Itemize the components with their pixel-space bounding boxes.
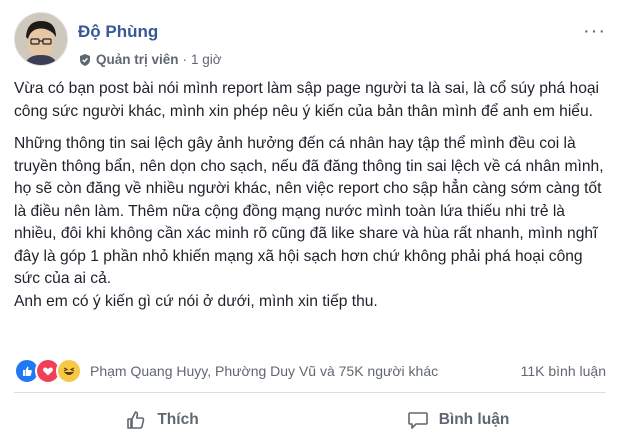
admin-role: Quản trị viên xyxy=(96,52,179,67)
like-label: Thích xyxy=(157,411,199,428)
comment-label: Bình luận xyxy=(438,411,510,428)
post-content: Vừa có bạn post bài nói mình report làm … xyxy=(14,78,610,323)
facebook-post: Độ Phùng Quản trị viên · 1 giờ ··· Vừa c… xyxy=(0,0,620,448)
thumbs-up-icon xyxy=(127,411,145,429)
like-button[interactable]: Thích xyxy=(14,396,310,444)
post-paragraph: Những thông tin sai lệch gây ảnh hưởng đ… xyxy=(14,135,604,287)
post-paragraph: Anh em có ý kiến gì cứ nói ở dưới, mình … xyxy=(14,292,378,310)
actions-divider xyxy=(14,392,606,393)
reactions-bar: Phạm Quang Huyy, Phường Duy Vũ và 75K ng… xyxy=(14,358,606,384)
comment-count[interactable]: 11K bình luận xyxy=(521,363,606,379)
author-name[interactable]: Độ Phùng xyxy=(78,22,158,42)
haha-reaction-icon[interactable] xyxy=(56,358,82,384)
meta-separator: · xyxy=(182,52,188,67)
reaction-names[interactable]: Phạm Quang Huyy, Phường Duy Vũ và 75K ng… xyxy=(90,363,438,379)
action-bar: Thích Bình luận xyxy=(14,396,606,444)
avatar-photo xyxy=(15,13,67,65)
post-paragraph: Vừa có bạn post bài nói mình report làm … xyxy=(14,80,600,120)
comment-button[interactable]: Bình luận xyxy=(310,396,606,444)
post-header: Độ Phùng Quản trị viên · 1 giờ ··· xyxy=(14,12,610,68)
more-options-icon[interactable]: ··· xyxy=(583,20,606,43)
post-time[interactable]: 1 giờ xyxy=(191,52,222,67)
admin-shield-icon xyxy=(80,53,90,66)
author-avatar[interactable] xyxy=(14,12,68,66)
post-meta: Quản trị viên · 1 giờ xyxy=(78,52,222,67)
comment-icon xyxy=(407,412,428,429)
